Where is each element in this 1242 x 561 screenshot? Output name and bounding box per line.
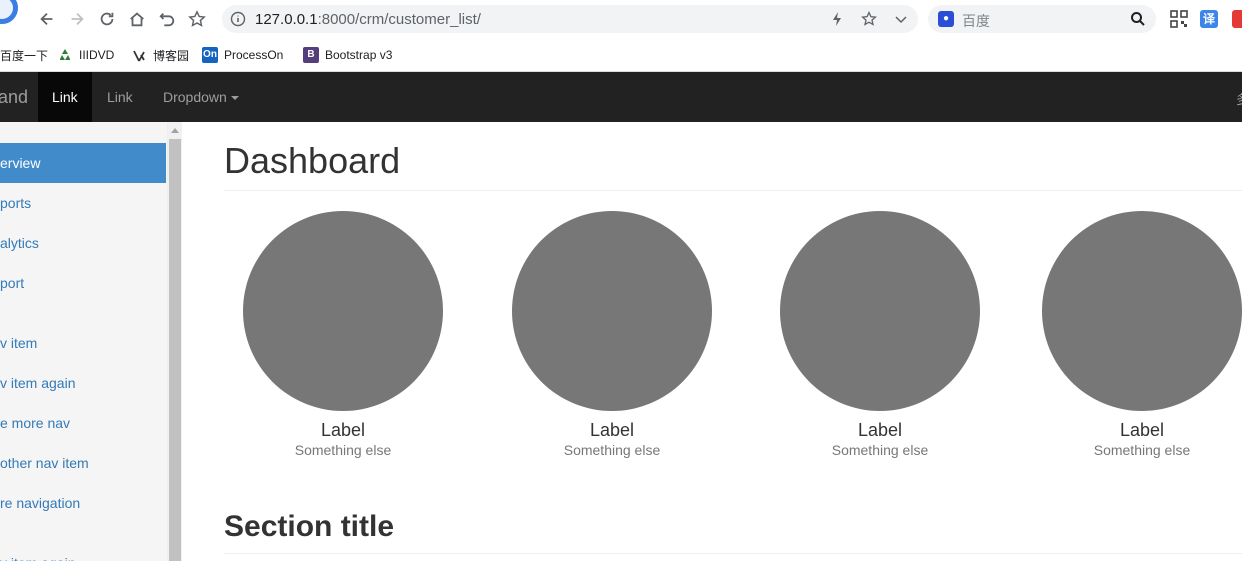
back-icon[interactable] xyxy=(36,8,58,30)
placeholder-label: Label xyxy=(1119,420,1165,440)
sidebar-item-label: re navigation xyxy=(0,495,81,511)
placeholder-image xyxy=(512,211,712,411)
navbar-right-text[interactable]: 多 xyxy=(1236,89,1242,108)
browser-logo-icon[interactable] xyxy=(0,0,18,24)
undo-icon[interactable] xyxy=(156,8,178,30)
sidebar-item-label: ports xyxy=(0,195,32,211)
address-bar[interactable]: 127.0.0.1:8000/crm/customer_list/ xyxy=(222,5,918,33)
translate-icon[interactable]: 译 xyxy=(1200,10,1218,28)
bookmark-baidu[interactable]: 百度一下 xyxy=(0,47,48,64)
processon-icon: On xyxy=(202,47,218,63)
sidebar-item-nav-item[interactable]: v item xyxy=(0,323,166,363)
placeholder-subtext: Something else xyxy=(1093,442,1191,458)
sidebar-item-label: e more nav xyxy=(0,415,71,431)
search-placeholder: 百度 xyxy=(962,13,990,29)
placeholder-subtext: Something else xyxy=(563,442,661,458)
placeholder-card: Label Something else xyxy=(780,211,980,459)
placeholder-image xyxy=(1042,211,1242,411)
bookmark-star-icon[interactable] xyxy=(186,8,208,30)
nav-link[interactable]: Link xyxy=(93,72,147,122)
bookmark-label: IIIDVD xyxy=(79,48,115,62)
bookmark-label: 百度一下 xyxy=(0,49,49,63)
sidebar-item-label: other nav item xyxy=(0,455,89,471)
sidebar-item-export[interactable]: port xyxy=(0,263,166,303)
bookmark-iiidvd[interactable]: IIIDVD xyxy=(57,47,114,63)
chevron-down-icon[interactable] xyxy=(893,11,909,27)
sidebar-item-label: v item xyxy=(0,335,38,351)
cnblogs-icon xyxy=(133,50,145,61)
info-icon[interactable] xyxy=(230,11,246,27)
sidebar-item-label: port xyxy=(0,275,25,291)
placeholder-card: Label Something else xyxy=(512,211,712,459)
placeholder-subtext: Something else xyxy=(294,442,392,458)
bookmark-label: 博客园 xyxy=(153,49,190,63)
scrollbar-thumb[interactable] xyxy=(169,139,181,561)
bootstrap-icon: B xyxy=(303,47,319,63)
placeholder-label: Label xyxy=(857,420,903,440)
sidebar-item-label: v item again xyxy=(0,375,76,391)
placeholder-image xyxy=(243,211,443,411)
page-title: Dashboard xyxy=(224,140,401,181)
browser-toolbar: 127.0.0.1:8000/crm/customer_list/ ● 百度 译 xyxy=(0,0,1242,38)
navbar-brand[interactable]: and xyxy=(0,87,28,108)
placeholder-card: Label Something else xyxy=(1042,211,1242,459)
sidebar-item-more-navigation[interactable]: re navigation xyxy=(0,483,166,523)
recycle-icon xyxy=(60,49,70,60)
placeholder-label: Label xyxy=(589,420,635,440)
section-title: Section title xyxy=(224,510,395,543)
placeholder-subtext: Something else xyxy=(831,442,929,458)
home-icon[interactable] xyxy=(126,8,148,30)
bookmark-bootstrap[interactable]: B Bootstrap v3 xyxy=(303,47,392,63)
sidebar: erview ports alytics port v item v item … xyxy=(0,122,168,561)
url-path: :8000/crm/customer_list/ xyxy=(317,11,481,28)
main-content: Dashboard Label Something else Label Som… xyxy=(182,122,1242,561)
nav-link-label: Link xyxy=(107,89,133,105)
bookmark-label: Bootstrap v3 xyxy=(325,48,393,62)
search-box[interactable]: ● 百度 xyxy=(928,5,1156,33)
bookmark-cnblogs[interactable]: 博客园 xyxy=(131,47,189,64)
sidebar-item-nav-item-again-2[interactable]: v item again xyxy=(0,543,166,561)
scroll-up-arrow-icon[interactable] xyxy=(171,128,179,133)
header-divider xyxy=(224,190,1242,191)
lightning-icon[interactable] xyxy=(829,11,845,27)
top-navbar: and Link Link Dropdown 多 xyxy=(0,72,1242,122)
sidebar-scrollbar[interactable] xyxy=(168,122,182,561)
caret-down-icon xyxy=(230,96,239,101)
sidebar-item-another-nav-item[interactable]: other nav item xyxy=(0,443,166,483)
sidebar-item-nav-item-again[interactable]: v item again xyxy=(0,363,166,403)
sidebar-item-one-more-nav[interactable]: e more nav xyxy=(0,403,166,443)
sidebar-item-label: erview xyxy=(0,155,41,171)
nav-dropdown[interactable]: Dropdown xyxy=(149,72,253,122)
placeholder-label: Label xyxy=(320,420,366,440)
qr-code-icon[interactable] xyxy=(1170,10,1188,28)
sidebar-item-analytics[interactable]: alytics xyxy=(0,223,166,263)
bookmarks-bar: 百度一下 IIIDVD 博客园 On ProcessOn B Bootstrap… xyxy=(0,38,1242,72)
sidebar-item-reports[interactable]: ports xyxy=(0,183,166,223)
bookmark-label: ProcessOn xyxy=(224,48,284,62)
reload-icon[interactable] xyxy=(96,8,118,30)
extension-icon[interactable] xyxy=(1232,10,1242,28)
sidebar-item-overview[interactable]: erview xyxy=(0,143,166,183)
star-icon[interactable] xyxy=(861,11,877,27)
nav-dropdown-label: Dropdown xyxy=(163,89,227,105)
sidebar-item-label: v item again xyxy=(0,543,75,561)
search-icon[interactable] xyxy=(1130,11,1146,27)
baidu-paw-icon: ● xyxy=(938,11,954,27)
bookmark-processon[interactable]: On ProcessOn xyxy=(202,47,283,63)
nav-link-active[interactable]: Link xyxy=(38,72,92,122)
sidebar-item-label: alytics xyxy=(0,235,39,251)
forward-icon[interactable] xyxy=(66,8,88,30)
url-text[interactable]: 127.0.0.1:8000/crm/customer_list/ xyxy=(255,11,481,28)
section-divider xyxy=(224,553,1242,554)
placeholder-card: Label Something else xyxy=(243,211,443,459)
url-host: 127.0.0.1 xyxy=(255,11,318,28)
nav-link-label: Link xyxy=(52,89,78,105)
placeholder-image xyxy=(780,211,980,411)
